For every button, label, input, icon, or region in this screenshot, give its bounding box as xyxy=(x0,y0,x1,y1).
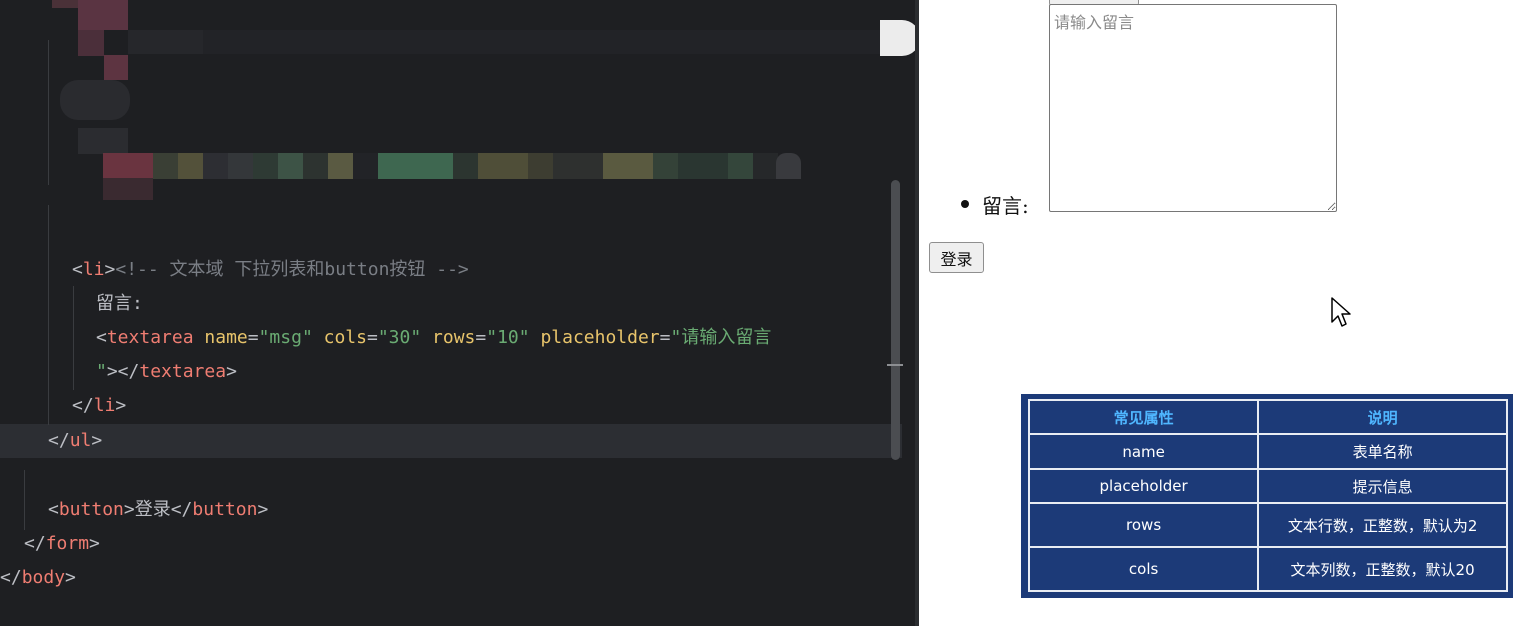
attr-name: name xyxy=(204,327,248,348)
browser-preview: 留言: 登录 常见属性 说明 name 表单名称 placeholder 提示信… xyxy=(919,0,1537,626)
button-text: 登录 xyxy=(134,499,171,520)
code-line-button: <button>登录</button> xyxy=(48,499,269,520)
form-close-tag: form xyxy=(45,533,90,554)
attr-cols-value: "30" xyxy=(377,327,422,348)
desc-cell: 文本行数，正整数，默认为2 xyxy=(1257,502,1508,548)
attr-cell: name xyxy=(1027,433,1260,470)
table-header-row: 常见属性 说明 xyxy=(1027,399,1508,435)
attribute-table-card: 常见属性 说明 name 表单名称 placeholder 提示信息 rows … xyxy=(1021,394,1513,598)
attr-cell: cols xyxy=(1027,546,1260,592)
mouse-pointer-icon xyxy=(1331,297,1351,327)
message-label: 留言: xyxy=(982,194,1029,218)
attr-placeholder-value: "请输入留言 xyxy=(670,327,772,348)
button-close-tag: button xyxy=(192,499,258,520)
code-line-li-open: <li> xyxy=(72,259,116,280)
header-desc: 说明 xyxy=(1257,399,1508,435)
textarea-tag: textarea xyxy=(106,327,194,348)
desc-cell: 表单名称 xyxy=(1257,433,1508,470)
table-row: rows 文本行数，正整数，默认为2 xyxy=(1027,502,1508,548)
code-line-ul-close: </ul> xyxy=(48,430,103,451)
current-line-highlight xyxy=(0,424,902,458)
indent-guide xyxy=(48,40,49,185)
code-line-textarea: <textarea name="msg" cols="30" rows="10"… xyxy=(96,327,772,348)
attr-name-value: "msg" xyxy=(258,327,313,348)
code-editor[interactable]: <!-- 文本域 下拉列表和button按钮 --> <li> 留言: <tex… xyxy=(0,0,915,626)
button-tag: button xyxy=(58,499,124,520)
attr-placeholder: placeholder xyxy=(540,327,660,348)
indent-guide xyxy=(48,205,49,425)
list-bullet xyxy=(961,200,969,208)
code-line-form-close: </form> xyxy=(24,533,100,554)
desc-cell: 提示信息 xyxy=(1257,468,1508,504)
editor-scrollbar-thumb[interactable] xyxy=(891,180,900,460)
header-attr: 常见属性 xyxy=(1027,399,1260,435)
code-line-body-close: </body> xyxy=(0,567,76,588)
code-line-label: 留言: xyxy=(96,287,143,321)
attr-rows-value: "10" xyxy=(486,327,530,348)
code-line-li-close: </li> xyxy=(72,395,127,416)
body-close-tag: body xyxy=(21,567,66,588)
ul-close-tag: ul xyxy=(69,430,92,451)
table-row: placeholder 提示信息 xyxy=(1027,468,1508,504)
textarea-close-tag: textarea xyxy=(139,361,227,382)
code-line-comment: <!-- 文本域 下拉列表和button按钮 --> xyxy=(72,219,468,280)
indent-guide xyxy=(24,470,25,530)
li-close-tag: li xyxy=(93,395,116,416)
label-text: 留言: xyxy=(96,293,143,314)
table-row: name 表单名称 xyxy=(1027,433,1508,470)
li-tag: li xyxy=(82,259,105,280)
message-textarea[interactable] xyxy=(1049,4,1337,212)
code-line-textarea-close: "></textarea> xyxy=(96,361,237,382)
attribute-table: 常见属性 说明 name 表单名称 placeholder 提示信息 rows … xyxy=(1027,399,1508,592)
attr-cell: placeholder xyxy=(1027,468,1260,504)
attr-placeholder-value-end: " xyxy=(96,361,107,382)
comment-text: <!-- 文本域 下拉列表和button按钮 --> xyxy=(115,259,469,280)
table-row: cols 文本列数，正整数，默认20 xyxy=(1027,546,1508,592)
attr-cols: cols xyxy=(323,327,367,348)
scroll-position-marker xyxy=(887,364,903,366)
attr-cell: rows xyxy=(1027,502,1260,548)
login-button[interactable]: 登录 xyxy=(929,242,984,273)
desc-cell: 文本列数，正整数，默认20 xyxy=(1257,546,1508,592)
attr-rows: rows xyxy=(432,327,476,348)
